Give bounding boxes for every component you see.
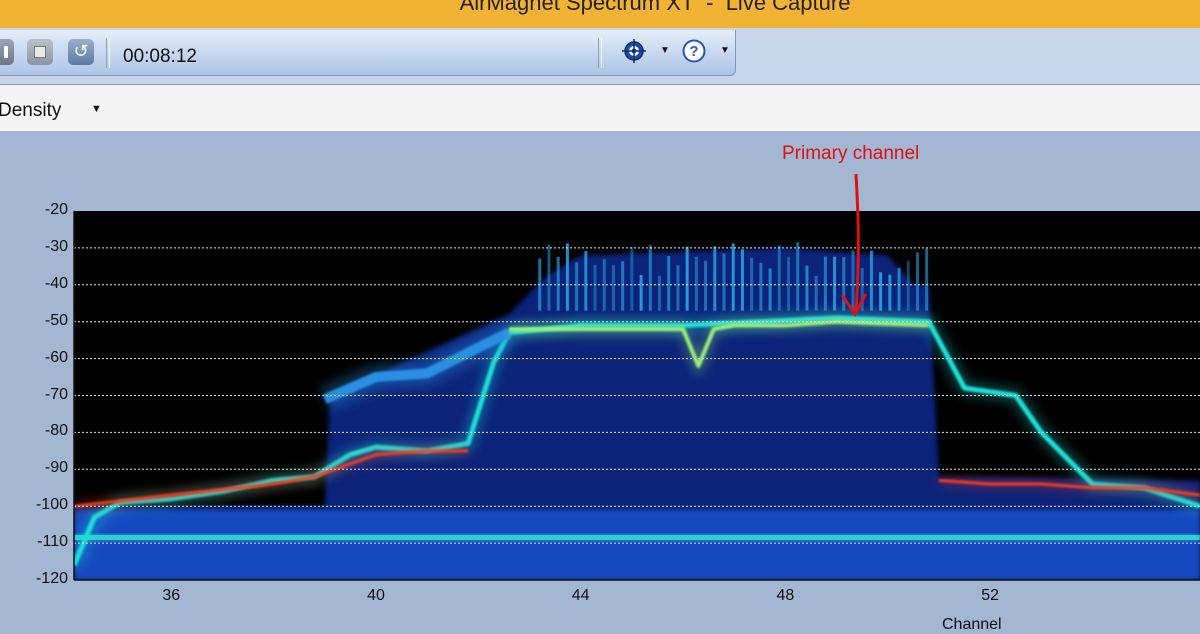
x-tick-label: 40 bbox=[367, 587, 385, 604]
x-tick-label: 44 bbox=[571, 587, 590, 604]
y-tick-label: -60 bbox=[44, 348, 68, 366]
x-axis-label: Channel bbox=[942, 616, 1002, 633]
x-tick-label: 52 bbox=[981, 587, 1000, 604]
y-tick-label: -100 bbox=[35, 496, 68, 514]
y-tick-label: -80 bbox=[44, 422, 68, 440]
y-tick-label: -120 bbox=[35, 570, 68, 587]
y-tick-label: -50 bbox=[44, 311, 68, 329]
y-tick-label: -90 bbox=[44, 459, 68, 477]
x-tick-label: 36 bbox=[162, 587, 181, 604]
spectrum-density-chart bbox=[73, 173, 1200, 581]
y-tick-label: -20 bbox=[44, 201, 68, 218]
y-tick-label: -70 bbox=[44, 385, 68, 403]
y-tick-label: -30 bbox=[44, 237, 68, 255]
trace-noise-floor bbox=[74, 527, 1200, 548]
x-tick-label: 48 bbox=[776, 587, 795, 604]
y-tick-label: -40 bbox=[44, 274, 68, 292]
y-tick-label: -110 bbox=[37, 533, 68, 551]
